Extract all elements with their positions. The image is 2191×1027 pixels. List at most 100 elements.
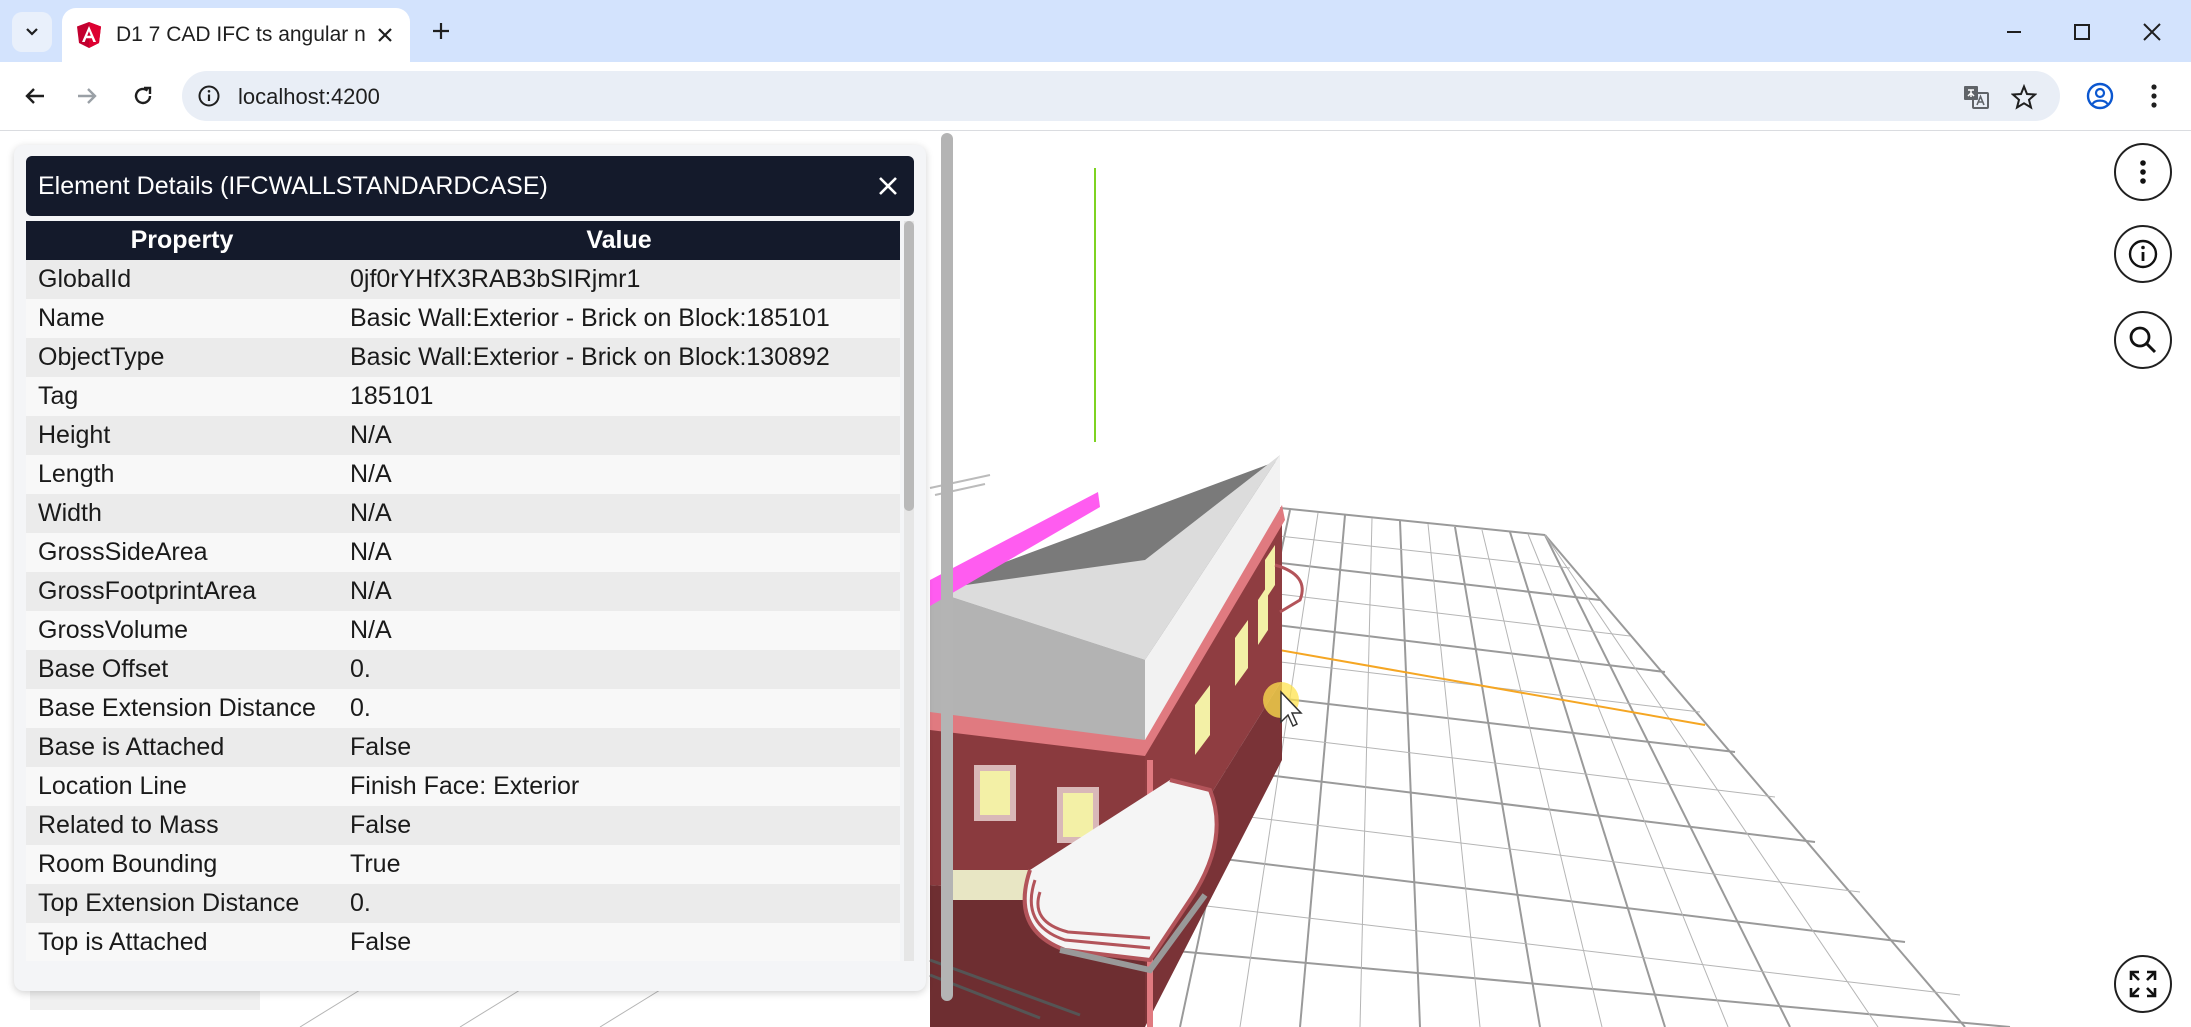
table-row: GlobalId 0jf0rYHfX3RAB3bSIRjmr1 (26, 260, 900, 299)
table-row: Related to Mass False (26, 806, 900, 845)
site-info-button[interactable] (194, 81, 224, 111)
property-cell: Location Line (26, 767, 338, 806)
table-row: Top Extension Distance 0. (26, 884, 900, 923)
tab-search-button[interactable] (12, 12, 52, 52)
property-cell: Base Extension Distance (26, 689, 338, 728)
profile-icon (2086, 82, 2114, 110)
plus-icon (433, 23, 449, 39)
table-row: Name Basic Wall:Exterior - Brick on Block… (26, 299, 900, 338)
property-cell: Height (26, 416, 338, 455)
value-cell: N/A (338, 494, 900, 533)
property-cell: Related to Mass (26, 806, 338, 845)
panel-scrollbar-thumb[interactable] (941, 133, 953, 1001)
arrow-right-icon (78, 88, 97, 104)
table-row: Length N/A (26, 455, 900, 494)
table-row: Width N/A (26, 494, 900, 533)
table-row: Location Line Finish Face: Exterior (26, 767, 900, 806)
value-cell: Basic Wall:Exterior - Brick on Block:185… (338, 299, 900, 338)
panel-header: Element Details (IFCWALLSTANDARDCASE) (26, 156, 914, 216)
arrow-left-icon (25, 88, 44, 104)
properties-table: Property Value GlobalId 0jf0rYHfX3RAB3bSI… (26, 221, 900, 961)
value-cell: 185101 (338, 377, 900, 416)
value-cell: N/A (338, 611, 900, 650)
maximize-icon (2074, 24, 2090, 40)
url-text: localhost:4200 (238, 84, 380, 109)
column-header-property: Property (26, 221, 338, 260)
panel-title: Element Details (IFCWALLSTANDARDCASE) (38, 171, 548, 200)
close-icon (879, 177, 897, 195)
back-button[interactable] (16, 77, 54, 115)
value-cell: 0. (338, 689, 900, 728)
value-cell: N/A (338, 416, 900, 455)
tab-close-button[interactable] (372, 22, 398, 48)
value-cell: Finish Face: Exterior (338, 767, 900, 806)
property-cell: Tag (26, 377, 338, 416)
viewer-menu-button[interactable] (2114, 143, 2172, 201)
table-row: ObjectType Basic Wall:Exterior - Brick on… (26, 338, 900, 377)
property-cell: Top is Attached (26, 923, 338, 961)
reload-icon (134, 86, 152, 105)
value-cell: 0jf0rYHfX3RAB3bSIRjmr1 (338, 260, 900, 299)
property-cell: GrossSideArea (26, 533, 338, 572)
table-scrollbar-thumb[interactable] (904, 221, 914, 511)
bookmark-button[interactable] (2008, 81, 2040, 113)
property-cell: GrossVolume (26, 611, 338, 650)
value-cell: False (338, 806, 900, 845)
value-cell: 0. (338, 884, 900, 923)
minimize-button[interactable] (1992, 12, 2036, 52)
property-cell: Name (26, 299, 338, 338)
value-cell: False (338, 923, 900, 961)
address-bar[interactable]: localhost:4200 (182, 71, 2060, 121)
info-icon (198, 85, 220, 107)
property-cell: Top Extension Distance (26, 884, 338, 923)
chevron-down-icon (26, 28, 38, 36)
translate-icon (1964, 86, 1989, 109)
new-tab-button[interactable] (424, 14, 458, 48)
browser-toolbar: localhost:4200 (0, 62, 2191, 131)
viewer-fullscreen-button[interactable] (2114, 955, 2172, 1013)
angular-icon (77, 22, 101, 48)
tab-title: D1 7 CAD IFC ts angular ng (116, 23, 366, 46)
profile-button[interactable] (2082, 78, 2118, 114)
panel-close-button[interactable] (874, 172, 902, 200)
fullscreen-icon (2129, 970, 2157, 998)
viewer-info-button[interactable] (2114, 225, 2172, 283)
properties-table-container[interactable]: Property Value GlobalId 0jf0rYHfX3RAB3bSI… (26, 221, 914, 961)
property-cell: ObjectType (26, 338, 338, 377)
info-icon (2128, 239, 2158, 269)
close-icon (378, 28, 392, 42)
table-row: GrossSideArea N/A (26, 533, 900, 572)
value-cell: False (338, 728, 900, 767)
table-row: Tag 185101 (26, 377, 900, 416)
property-cell: GlobalId (26, 260, 338, 299)
star-icon (2011, 84, 2037, 110)
kebab-icon (2140, 160, 2146, 184)
table-row: GrossFootprintArea N/A (26, 572, 900, 611)
reload-button[interactable] (124, 77, 162, 115)
value-cell: Basic Wall:Exterior - Brick on Block:130… (338, 338, 900, 377)
property-cell: Base is Attached (26, 728, 338, 767)
search-icon (2129, 326, 2157, 354)
table-row: Height N/A (26, 416, 900, 455)
table-row: Base Extension Distance 0. (26, 689, 900, 728)
table-row: Top is Attached False (26, 923, 900, 961)
table-row: GrossVolume N/A (26, 611, 900, 650)
table-scrollbar[interactable] (904, 221, 914, 961)
forward-button[interactable] (68, 77, 106, 115)
kebab-icon (2151, 84, 2157, 108)
viewer-search-button[interactable] (2114, 311, 2172, 369)
table-row: Base Offset 0. (26, 650, 900, 689)
value-cell: True (338, 845, 900, 884)
property-cell: GrossFootprintArea (26, 572, 338, 611)
value-cell: N/A (338, 455, 900, 494)
chrome-menu-button[interactable] (2136, 78, 2172, 114)
table-row: Room Bounding True (26, 845, 900, 884)
value-cell: 0. (338, 650, 900, 689)
browser-tab[interactable]: D1 7 CAD IFC ts angular ng (62, 8, 410, 62)
maximize-button[interactable] (2060, 12, 2104, 52)
property-cell: Room Bounding (26, 845, 338, 884)
property-cell: Length (26, 455, 338, 494)
close-window-button[interactable] (2130, 12, 2174, 52)
translate-button[interactable] (1960, 81, 1992, 113)
minimize-icon (2007, 31, 2021, 33)
